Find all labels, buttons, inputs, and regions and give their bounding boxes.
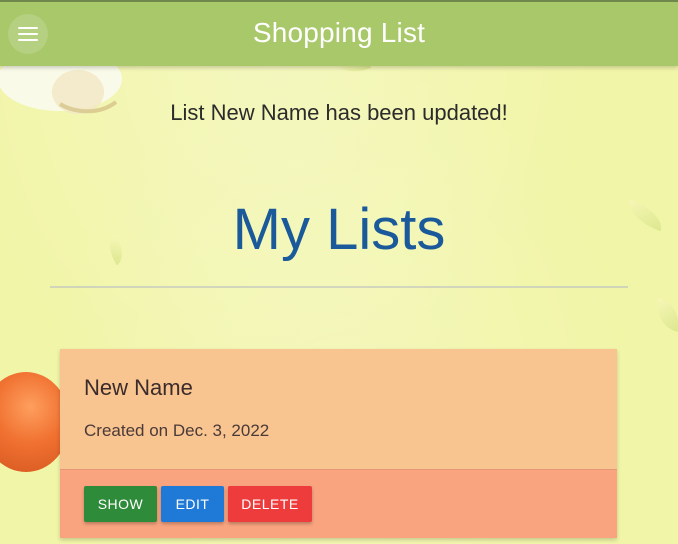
list-created-date: Created on Dec. 3, 2022 xyxy=(84,421,270,440)
delete-button[interactable]: DELETE xyxy=(228,486,312,522)
list-card: New Name Created on Dec. 3, 2022 SHOW ED… xyxy=(60,349,617,538)
app-title: Shopping List xyxy=(252,17,426,48)
show-button[interactable]: SHOW xyxy=(84,486,157,522)
flash-message: List New Name has been updated! xyxy=(170,100,508,125)
edit-button[interactable]: EDIT xyxy=(161,486,224,522)
list-name: New Name xyxy=(84,375,193,400)
page-title: My Lists xyxy=(232,197,446,262)
menu-button[interactable] xyxy=(8,14,48,54)
list-card-content: New Name Created on Dec. 3, 2022 xyxy=(60,349,617,469)
app-bar-top-border xyxy=(0,0,678,2)
title-divider xyxy=(50,286,628,288)
app-bar: Shopping List xyxy=(0,0,678,66)
menu-icon xyxy=(18,27,38,41)
list-card-actions: SHOW EDIT DELETE xyxy=(60,469,617,538)
